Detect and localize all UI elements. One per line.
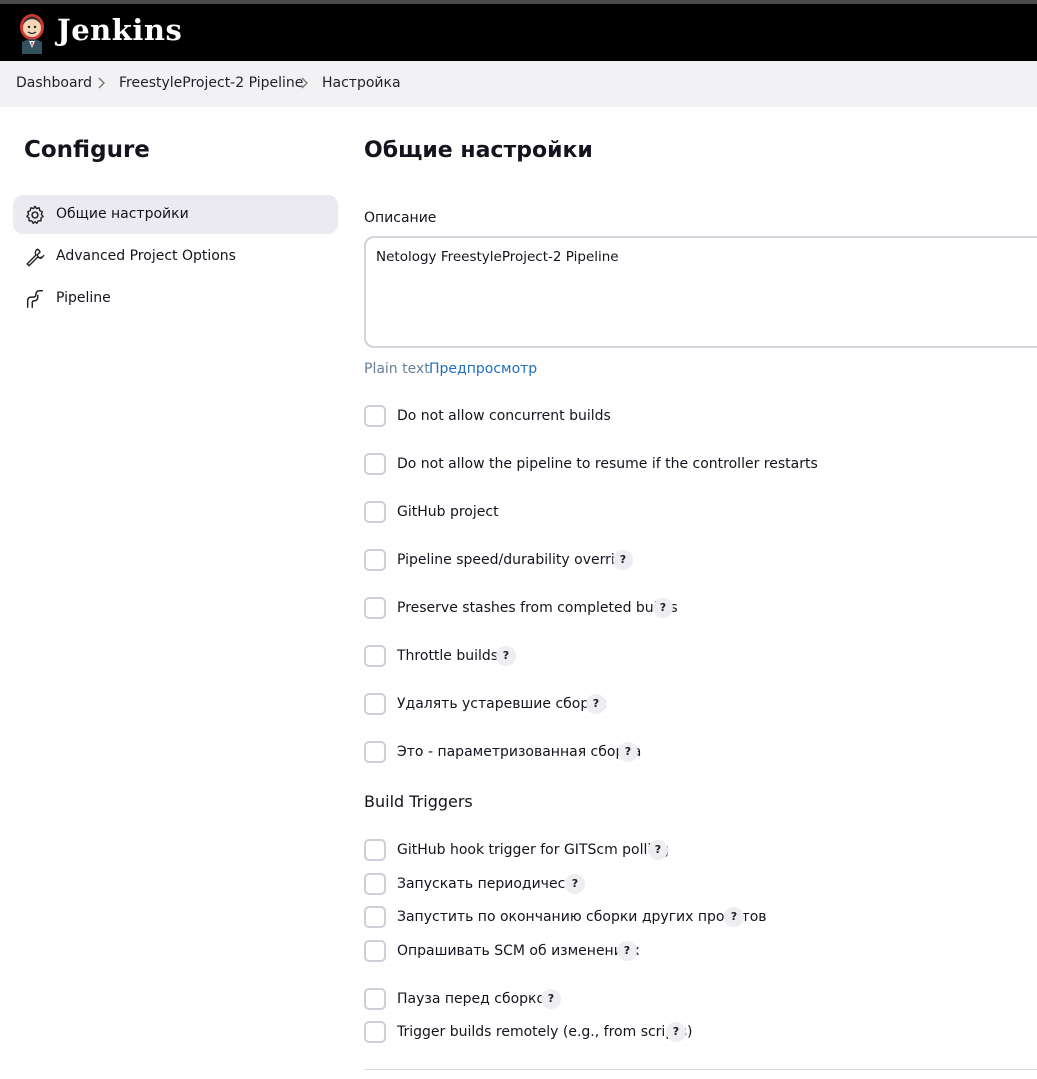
trigger-checkbox-quiet-period[interactable] bbox=[364, 988, 386, 1010]
gear-icon bbox=[26, 205, 44, 225]
breadcrumb-configure[interactable]: Настройка bbox=[322, 75, 401, 91]
section-divider bbox=[364, 1069, 1037, 1070]
option-checkbox-github-project[interactable] bbox=[364, 501, 386, 523]
description-label: Описание bbox=[364, 210, 437, 226]
option-label[interactable]: Throttle builds bbox=[397, 648, 498, 664]
option-checkbox-durability[interactable] bbox=[364, 549, 386, 571]
option-checkbox-throttle[interactable] bbox=[364, 645, 386, 667]
brand-name[interactable]: Jenkins bbox=[57, 13, 182, 47]
option-label[interactable]: Удалять устаревшие сборки bbox=[397, 696, 607, 712]
help-icon[interactable]: ? bbox=[496, 646, 516, 666]
sidebar-item-pipeline[interactable]: Pipeline bbox=[13, 279, 338, 318]
trigger-label[interactable]: Опрашивать SCM об изменениях bbox=[397, 943, 640, 959]
option-checkbox-concurrent[interactable] bbox=[364, 405, 386, 427]
help-icon[interactable]: ? bbox=[666, 1022, 686, 1042]
trigger-checkbox-github-hook[interactable] bbox=[364, 839, 386, 861]
trigger-checkbox-poll-scm[interactable] bbox=[364, 940, 386, 962]
pipeline-icon bbox=[26, 290, 44, 308]
option-checkbox-preserve-stashes[interactable] bbox=[364, 597, 386, 619]
help-icon[interactable]: ? bbox=[648, 840, 668, 860]
option-label[interactable]: Preserve stashes from completed builds bbox=[397, 600, 678, 616]
top-header: Jenkins bbox=[0, 4, 1037, 61]
trigger-label[interactable]: Trigger builds remotely (e.g., from scri… bbox=[397, 1024, 692, 1040]
sidebar-title: Configure bbox=[24, 137, 150, 163]
sidebar-item-label: Pipeline bbox=[56, 290, 111, 306]
sidebar-item-label: Общие настройки bbox=[56, 206, 189, 222]
trigger-checkbox-remote[interactable] bbox=[364, 1021, 386, 1043]
wrench-icon bbox=[26, 248, 45, 267]
option-checkbox-discard-old[interactable] bbox=[364, 693, 386, 715]
trigger-label[interactable]: GitHub hook trigger for GITScm polling bbox=[397, 842, 669, 858]
jenkins-logo-icon[interactable] bbox=[16, 12, 48, 54]
sidebar-item-advanced-project-options[interactable]: Advanced Project Options bbox=[13, 237, 338, 276]
preview-link[interactable]: Предпросмотр bbox=[429, 361, 537, 377]
page-title: Общие настройки bbox=[364, 138, 593, 163]
option-label[interactable]: Pipeline speed/durability override bbox=[397, 552, 632, 568]
breadcrumb-project[interactable]: FreestyleProject-2 Pipeline bbox=[119, 75, 303, 91]
trigger-label[interactable]: Запустить по окончанию сборки других про… bbox=[397, 909, 767, 925]
breadcrumb: Dashboard FreestyleProject-2 Pipeline На… bbox=[0, 61, 1037, 107]
help-icon[interactable]: ? bbox=[565, 874, 585, 894]
help-icon[interactable]: ? bbox=[541, 989, 561, 1009]
option-checkbox-parameterized[interactable] bbox=[364, 741, 386, 763]
help-icon[interactable]: ? bbox=[586, 694, 606, 714]
trigger-label[interactable]: Запускать периодически bbox=[397, 876, 583, 892]
help-icon[interactable]: ? bbox=[653, 598, 673, 618]
sidebar-item-general[interactable]: Общие настройки bbox=[13, 195, 338, 234]
description-field[interactable]: Netology FreestyleProject-2 Pipeline bbox=[364, 236, 1037, 348]
trigger-label[interactable]: Пауза перед сборкой bbox=[397, 991, 554, 1007]
build-triggers-title: Build Triggers bbox=[364, 792, 473, 811]
trigger-checkbox-periodic[interactable] bbox=[364, 873, 386, 895]
help-icon[interactable]: ? bbox=[724, 907, 744, 927]
help-icon[interactable]: ? bbox=[613, 550, 633, 570]
breadcrumb-dashboard[interactable]: Dashboard bbox=[16, 75, 92, 91]
help-icon[interactable]: ? bbox=[618, 742, 638, 762]
option-label[interactable]: Это - параметризованная сборка bbox=[397, 744, 641, 760]
option-checkbox-resume[interactable] bbox=[364, 453, 386, 475]
option-label[interactable]: GitHub project bbox=[397, 504, 499, 520]
help-icon[interactable]: ? bbox=[617, 941, 637, 961]
option-label[interactable]: Do not allow the pipeline to resume if t… bbox=[397, 456, 818, 472]
chevron-right-icon bbox=[301, 77, 308, 89]
trigger-checkbox-after-other-projects[interactable] bbox=[364, 906, 386, 928]
plain-text-link[interactable]: Plain text bbox=[364, 361, 430, 377]
sidebar-item-label: Advanced Project Options bbox=[56, 248, 236, 264]
chevron-right-icon bbox=[98, 77, 105, 89]
option-label[interactable]: Do not allow concurrent builds bbox=[397, 408, 611, 424]
